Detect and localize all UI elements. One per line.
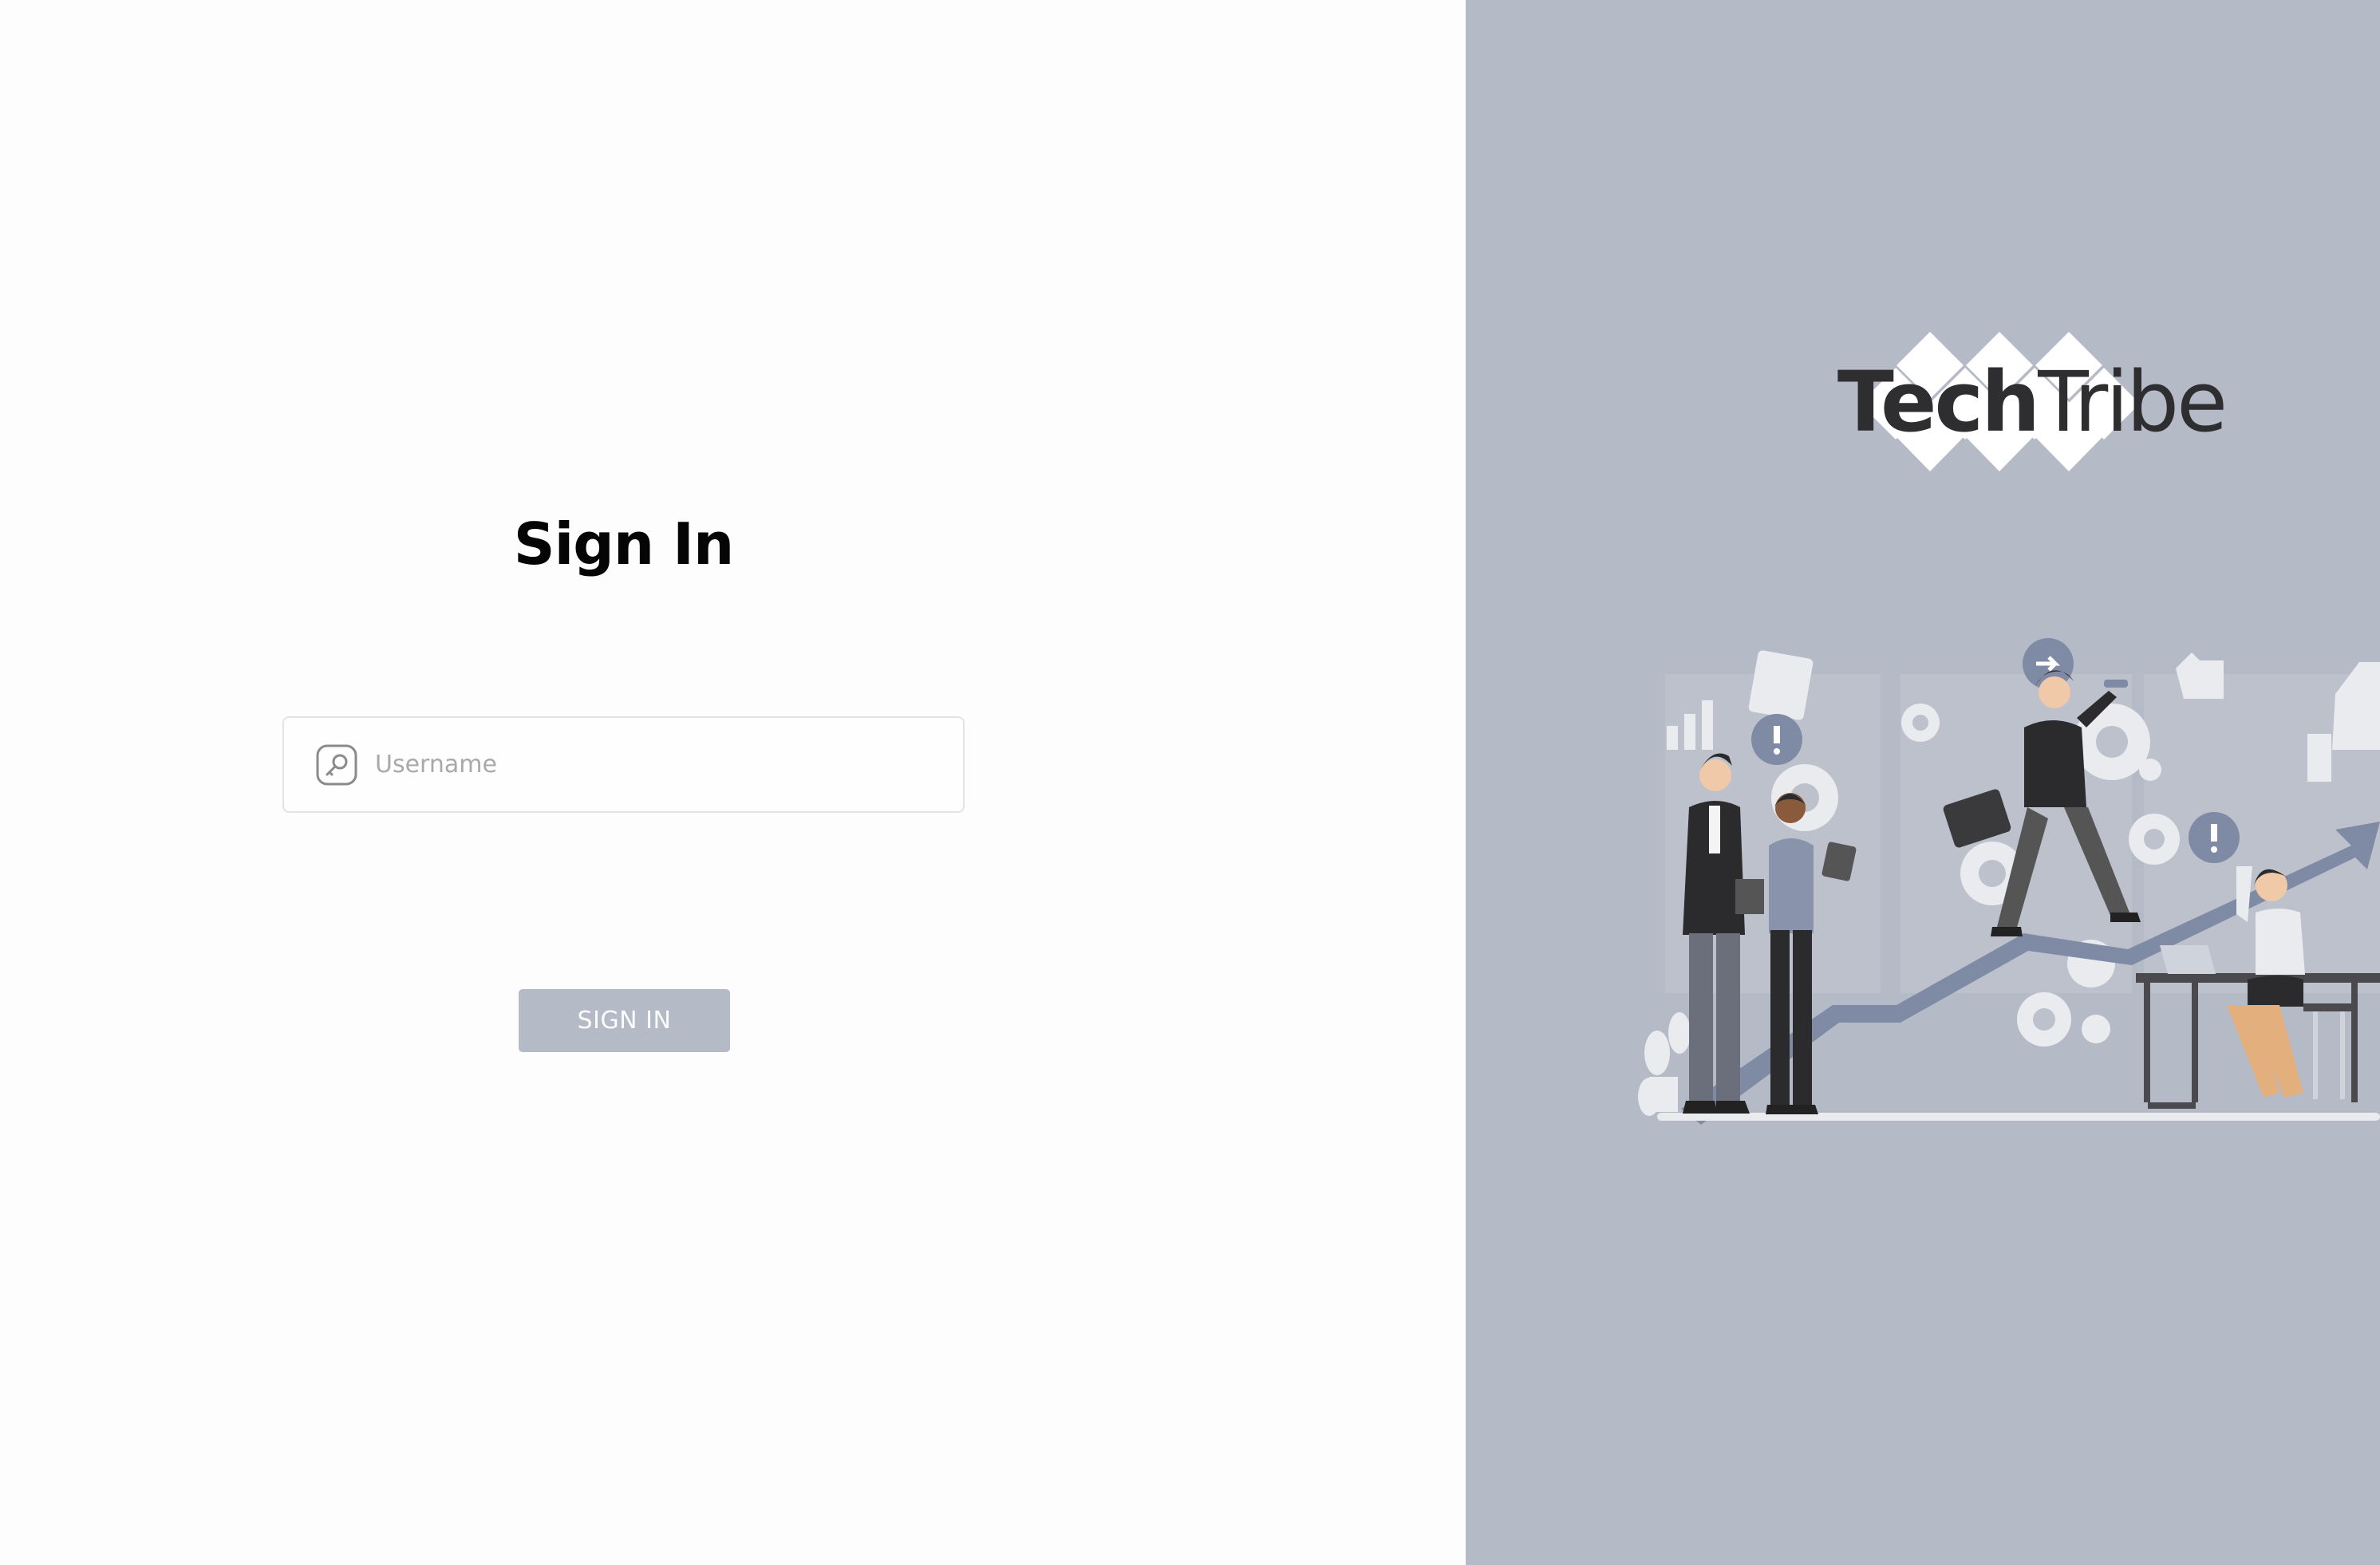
username-input[interactable] — [375, 740, 933, 789]
team-growth-illustration — [1638, 638, 2380, 1125]
key-icon — [316, 744, 357, 786]
sign-in-button[interactable]: SIGN IN — [519, 989, 730, 1052]
logo-text-tribe: Tribe — [2038, 353, 2228, 451]
sign-in-page: Sign In SIGN IN — [0, 0, 2380, 1565]
sign-in-panel: Sign In SIGN IN — [0, 0, 1466, 1565]
brand-panel: Tech Tribe — [1466, 0, 2380, 1565]
logo-text-tech: Tech — [1837, 353, 2040, 451]
page-title: Sign In — [513, 510, 734, 578]
logo-wordmark: Tech Tribe — [1836, 332, 2228, 471]
username-field[interactable] — [282, 716, 965, 813]
techtribe-logo: Tech Tribe — [1836, 332, 2228, 471]
